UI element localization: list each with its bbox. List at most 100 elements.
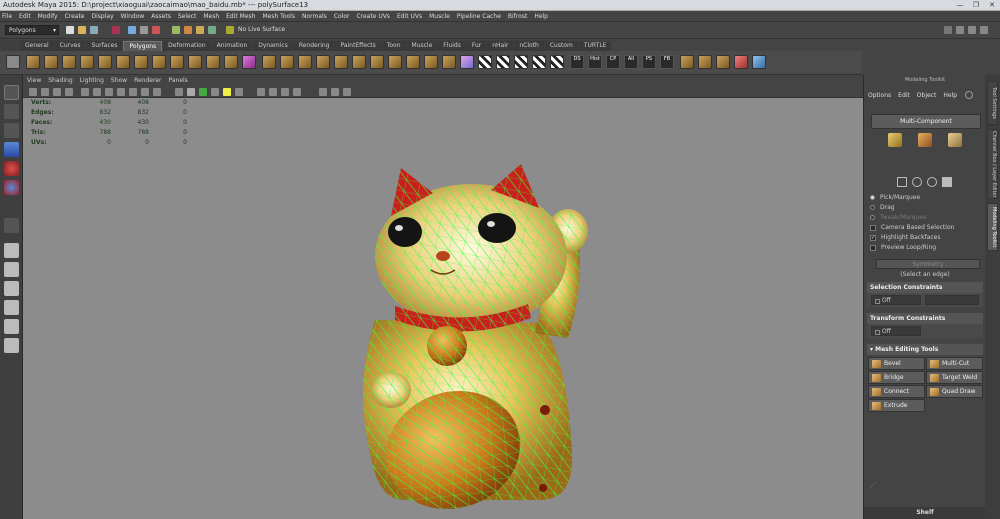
menu-create[interactable]: Create [65, 13, 85, 20]
shelf-btn-fb[interactable]: FB [660, 55, 674, 69]
menu-bifrost[interactable]: Bifrost [508, 13, 527, 20]
tab-modeling-toolkit[interactable]: Modeling Toolkit [987, 203, 998, 251]
poly-sphere-icon[interactable] [26, 55, 40, 69]
extract-icon[interactable] [280, 55, 294, 69]
menu-color[interactable]: Color [334, 13, 350, 20]
shelf-tab-rendering[interactable]: Rendering [293, 41, 335, 51]
shelf-tab-curves[interactable]: Curves [54, 41, 86, 51]
save-scene-icon[interactable] [90, 26, 98, 34]
fill-hole-icon[interactable] [424, 55, 438, 69]
option-tweak-marquee[interactable]: Tweak/Marquee [870, 213, 927, 222]
poly-cylinder-icon[interactable] [62, 55, 76, 69]
menu-pipeline-cache[interactable]: Pipeline Cache [457, 13, 501, 20]
panel-menu-lighting[interactable]: Lighting [80, 77, 104, 84]
shelf-tab-animation[interactable]: Animation [211, 41, 253, 51]
symmetry-button[interactable]: Symmetry [876, 259, 980, 269]
option-camera-based-selection[interactable]: Camera Based Selection [870, 223, 954, 232]
paint-select-icon[interactable] [4, 123, 19, 138]
shelf-tab-surfaces[interactable]: Surfaces [86, 41, 123, 51]
move-select-icon[interactable] [912, 177, 922, 187]
poly-soccer-icon[interactable] [206, 55, 220, 69]
film-gate-icon[interactable] [93, 88, 101, 96]
separate-icon[interactable] [262, 55, 276, 69]
menu-edit[interactable]: Edit [898, 92, 910, 99]
lucky-cat-model[interactable] [23, 98, 863, 519]
panel-menu-show[interactable]: Show [111, 77, 127, 84]
layout-single-icon[interactable] [4, 243, 19, 258]
option-drag[interactable]: Drag [870, 203, 895, 212]
menu-normals[interactable]: Normals [302, 13, 327, 20]
smooth-icon[interactable] [370, 55, 384, 69]
xray-icon[interactable] [331, 88, 339, 96]
menu-set-dropdown[interactable]: Polygons [5, 25, 59, 35]
boolean-intersect-icon[interactable] [334, 55, 348, 69]
lasso-tool-icon[interactable] [4, 104, 19, 119]
shelf-tab-general[interactable]: General [20, 41, 54, 51]
menu-object[interactable]: Object [917, 92, 937, 99]
shelf-tab-fluids[interactable]: Fluids [438, 41, 466, 51]
checkbox-icon[interactable]: ✓ [870, 234, 876, 241]
merge-icon[interactable] [680, 55, 694, 69]
bookmark-icon[interactable] [53, 88, 61, 96]
combine-icon[interactable] [242, 55, 256, 69]
menu-mesh-tools[interactable]: Mesh Tools [262, 13, 294, 20]
quad-draw-button[interactable]: Quad Draw [926, 385, 983, 398]
poly-helix-icon[interactable] [188, 55, 202, 69]
auto-map-icon[interactable] [550, 55, 564, 69]
menu-edit-mesh[interactable]: Edit Mesh [226, 13, 255, 20]
option-highlight-backfaces[interactable]: ✓ Highlight Backfaces [870, 233, 940, 242]
shelf-tab-fur[interactable]: Fur [466, 41, 487, 51]
menu-select[interactable]: Select [178, 13, 197, 20]
menu-help[interactable]: Help [943, 92, 957, 99]
xray-joints-icon[interactable] [343, 88, 351, 96]
menu-modify[interactable]: Modify [38, 13, 58, 20]
tab-tool-settings[interactable]: Tool Settings [987, 81, 998, 125]
menu-assets[interactable]: Assets [151, 13, 171, 20]
layout-four-icon[interactable] [4, 262, 19, 277]
snap-point-icon[interactable] [196, 26, 204, 34]
poly-cube-icon[interactable] [44, 55, 58, 69]
scale-select-icon[interactable] [942, 177, 952, 187]
live-surface-field[interactable]: No Live Surface [238, 25, 298, 35]
poly-pipe-icon[interactable] [170, 55, 184, 69]
shelf-tab-painteffects[interactable]: PaintEffects [335, 41, 381, 51]
rotate-tool-icon[interactable] [4, 161, 19, 176]
panel-menu-panels[interactable]: Panels [168, 77, 187, 84]
viewport-persp[interactable]: Verts: 408 408 0 Edges: 832 832 0 Faces: 430 430 0 T… [23, 98, 863, 519]
open-scene-icon[interactable] [78, 26, 86, 34]
layout-hypershade-icon[interactable] [4, 338, 19, 353]
wireframe-on-shaded-icon[interactable] [199, 88, 207, 96]
grid-icon[interactable] [81, 88, 89, 96]
rotate-select-icon[interactable] [927, 177, 937, 187]
shelf-tab-ncloth[interactable]: nCloth [514, 41, 544, 51]
safe-title-icon[interactable] [153, 88, 161, 96]
selection-constraints-header[interactable]: Selection Constraints [867, 282, 983, 293]
use-all-lights-icon[interactable] [223, 88, 231, 96]
transform-constraint-dropdown[interactable]: Off [871, 326, 921, 336]
poly-torus-icon[interactable] [116, 55, 130, 69]
menu-edit[interactable]: Edit [19, 13, 31, 20]
last-tool-icon[interactable] [4, 218, 19, 233]
reduce-icon[interactable] [388, 55, 402, 69]
poly-prism-icon[interactable] [134, 55, 148, 69]
menu-window[interactable]: Window [121, 13, 145, 20]
checkbox-icon[interactable] [870, 244, 876, 251]
shelf-options-icon[interactable] [6, 55, 20, 69]
poly-cone-icon[interactable] [80, 55, 94, 69]
shelf-btn-ds[interactable]: DS [570, 55, 584, 69]
selection-constraint-value[interactable] [925, 295, 979, 305]
delete-history-icon[interactable] [734, 55, 748, 69]
make-live-icon[interactable] [226, 26, 234, 34]
bridge-button[interactable]: Bridge [868, 371, 925, 384]
menu-muscle[interactable]: Muscle [429, 13, 450, 20]
close-button[interactable]: ✕ [984, 0, 1000, 11]
vertex-mode-icon[interactable] [888, 133, 902, 147]
shelf-tab-nhair[interactable]: nHair [487, 41, 514, 51]
shelf-btn-hist[interactable]: Hist [588, 55, 602, 69]
menu-mesh[interactable]: Mesh [203, 13, 219, 20]
select-component-icon[interactable] [152, 26, 160, 34]
shelf-tab-polygons[interactable]: Polygons [123, 41, 163, 51]
isolate-select-icon[interactable] [319, 88, 327, 96]
transform-constraints-header[interactable]: Transform Constraints [867, 313, 983, 324]
bevel-button[interactable]: Bevel [868, 357, 925, 370]
